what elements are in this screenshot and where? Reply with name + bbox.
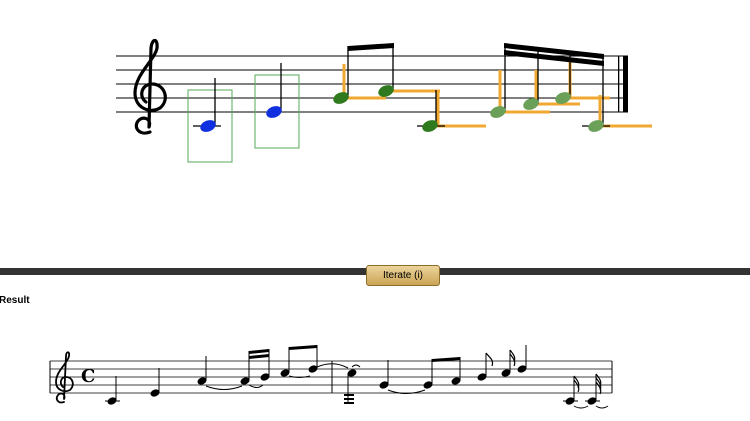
note-selected[interactable]: [199, 78, 218, 134]
result-label: Result: [0, 295, 30, 306]
score-editor[interactable]: [0, 0, 750, 265]
result-score: C: [49, 345, 613, 409]
iterate-button[interactable]: Iterate (i): [366, 265, 440, 286]
note-selected[interactable]: [265, 63, 284, 120]
common-time-icon: C: [81, 366, 95, 387]
result-staff-lines: [50, 360, 612, 394]
result-stems: [115, 345, 597, 404]
treble-clef-icon: [133, 38, 167, 135]
beams: [348, 43, 604, 66]
result-ties: [205, 363, 609, 409]
